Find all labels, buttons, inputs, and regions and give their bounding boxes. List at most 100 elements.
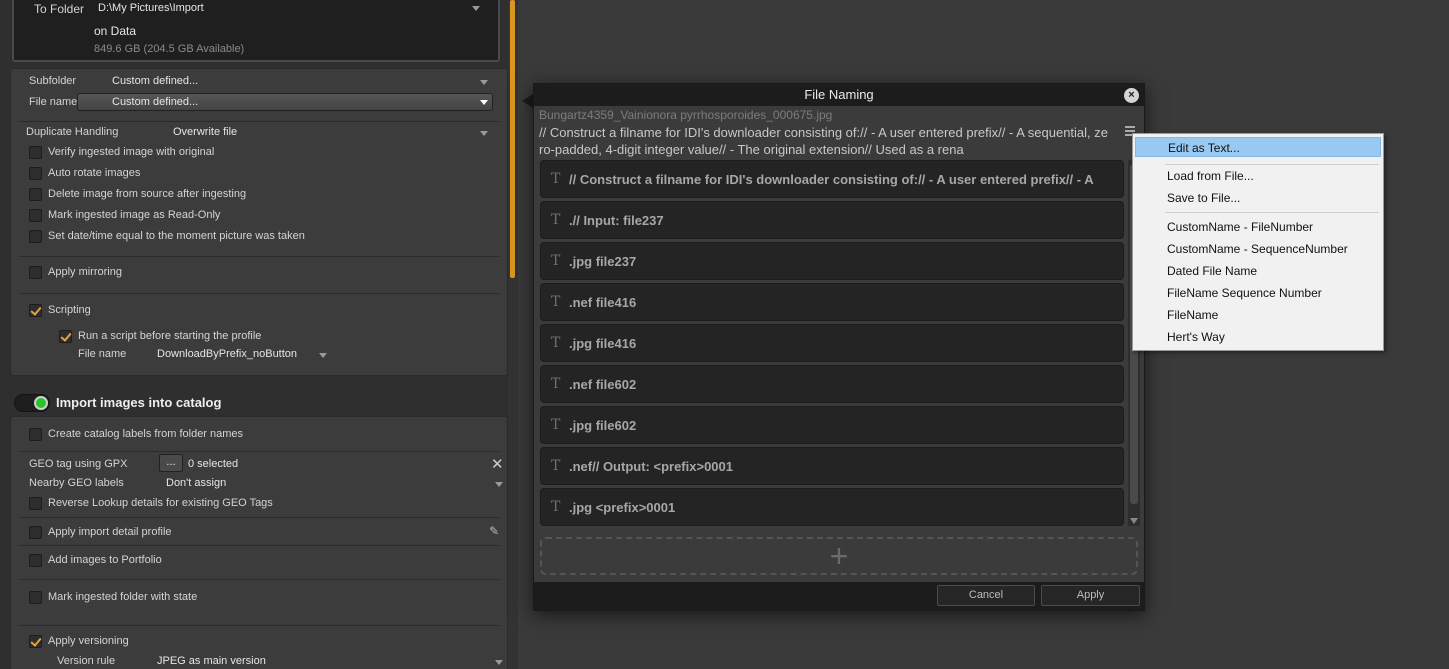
version-rule-select[interactable]: JPEG as main version bbox=[157, 655, 266, 667]
reverse-lookup-checkbox[interactable] bbox=[29, 497, 42, 510]
mark-folder-label: Mark ingested folder with state bbox=[48, 591, 198, 603]
text-token-icon: T bbox=[551, 335, 561, 351]
geo-browse-button[interactable]: ... bbox=[159, 454, 183, 472]
run-script-label: Run a script before starting the profile bbox=[78, 330, 262, 342]
close-icon[interactable]: × bbox=[1124, 88, 1139, 103]
geo-selected: 0 selected bbox=[188, 458, 239, 470]
divider bbox=[19, 256, 499, 257]
duplicate-label: Duplicate Handling bbox=[26, 126, 119, 138]
mark-folder-checkbox[interactable] bbox=[29, 591, 42, 604]
version-rule-label: Version rule bbox=[57, 655, 116, 667]
to-folder-card: To Folder D:\My Pictures\Import on Data … bbox=[12, 0, 500, 62]
duplicate-select[interactable]: Overwrite file bbox=[173, 126, 237, 138]
divider bbox=[19, 545, 499, 546]
menu-divider bbox=[1165, 212, 1379, 213]
token-item[interactable]: T .jpg file416 bbox=[540, 324, 1124, 362]
import-catalog-toggle[interactable] bbox=[14, 394, 50, 412]
chevron-down-icon[interactable] bbox=[480, 80, 488, 85]
apply-profile-checkbox[interactable] bbox=[29, 526, 42, 539]
add-portfolio-label: Add images to Portfolio bbox=[48, 554, 162, 566]
token-item[interactable]: T .nef file602 bbox=[540, 365, 1124, 403]
token-item[interactable]: T .nef file416 bbox=[540, 283, 1124, 321]
token-text: .jpg file237 bbox=[569, 253, 637, 269]
dialog-pointer bbox=[522, 94, 533, 108]
apply-button[interactable]: Apply bbox=[1041, 585, 1140, 606]
menu-item-edit-as-text[interactable]: Edit as Text... bbox=[1135, 137, 1381, 157]
token-item[interactable]: T .jpg file602 bbox=[540, 406, 1124, 444]
to-folder-value[interactable]: D:\My Pictures\Import bbox=[98, 2, 204, 14]
read-only-checkbox[interactable] bbox=[29, 209, 42, 222]
geo-label: GEO tag using GPX bbox=[29, 458, 128, 470]
nearby-select[interactable]: Don't assign bbox=[166, 477, 226, 489]
divider bbox=[19, 451, 499, 452]
filename-label: File name bbox=[29, 96, 78, 108]
token-text: .jpg <prefix>0001 bbox=[569, 499, 676, 515]
run-script-checkbox[interactable] bbox=[59, 330, 72, 343]
divider bbox=[19, 625, 499, 626]
menu-item-preset[interactable]: Hert's Way bbox=[1135, 327, 1381, 347]
chevron-down-icon[interactable] bbox=[495, 482, 503, 487]
auto-rotate-checkbox[interactable] bbox=[29, 167, 42, 180]
token-text: .nef// Output: <prefix>0001 bbox=[569, 458, 733, 474]
text-token-icon: T bbox=[551, 294, 561, 310]
chevron-down-icon[interactable] bbox=[472, 6, 480, 11]
to-folder-label: To Folder bbox=[34, 2, 85, 16]
set-date-checkbox[interactable] bbox=[29, 230, 42, 243]
edit-profile-icon[interactable]: ✎ bbox=[489, 524, 499, 538]
menu-item-preset[interactable]: FileName bbox=[1135, 305, 1381, 325]
add-portfolio-checkbox[interactable] bbox=[29, 554, 42, 567]
text-token-icon: T bbox=[551, 376, 561, 392]
filename-select[interactable]: Custom defined... bbox=[77, 93, 493, 111]
menu-item-preset[interactable]: CustomName - FileNumber bbox=[1135, 217, 1381, 237]
menu-item-preset[interactable]: FileName Sequence Number bbox=[1135, 283, 1381, 303]
chevron-down-icon[interactable] bbox=[495, 660, 503, 665]
divider bbox=[19, 293, 499, 294]
chevron-down-icon[interactable] bbox=[480, 131, 488, 136]
close-icon[interactable]: ✕ bbox=[491, 455, 504, 473]
scroll-down-icon[interactable] bbox=[1130, 518, 1138, 524]
token-text: .jpg file602 bbox=[569, 417, 637, 433]
mirroring-checkbox[interactable] bbox=[29, 266, 42, 279]
versioning-checkbox[interactable] bbox=[29, 635, 42, 648]
subfolder-select[interactable]: Custom defined... bbox=[112, 75, 198, 87]
scripting-label: Scripting bbox=[48, 304, 91, 316]
dialog-footer: Cancel Apply bbox=[534, 582, 1144, 610]
dialog-title: File Naming bbox=[534, 84, 1144, 106]
drive-name: on Data bbox=[94, 24, 137, 38]
token-list: T // Construct a filname for IDI's downl… bbox=[540, 160, 1124, 532]
token-item[interactable]: T .jpg file237 bbox=[540, 242, 1124, 280]
naming-context-menu: Edit as Text... Load from File... Save t… bbox=[1132, 133, 1384, 351]
menu-divider bbox=[1165, 164, 1379, 165]
menu-item-preset[interactable]: CustomName - SequenceNumber bbox=[1135, 239, 1381, 259]
divider bbox=[19, 121, 499, 122]
chevron-down-icon bbox=[480, 100, 488, 105]
token-item[interactable]: T .nef// Output: <prefix>0001 bbox=[540, 447, 1124, 485]
chevron-down-icon[interactable] bbox=[319, 353, 327, 358]
menu-item-load-from-file[interactable]: Load from File... bbox=[1135, 166, 1381, 186]
add-token-button[interactable]: + bbox=[540, 537, 1138, 575]
text-token-icon: T bbox=[551, 458, 561, 474]
script-file-select[interactable]: DownloadByPrefix_noButton bbox=[157, 348, 297, 360]
token-item[interactable]: T .jpg <prefix>0001 bbox=[540, 488, 1124, 526]
token-item[interactable]: T // Construct a filname for IDI's downl… bbox=[540, 160, 1124, 198]
file-naming-dialog: File Naming × Bungartz4359_Vainionora py… bbox=[533, 83, 1145, 611]
sample-filename: Bungartz4359_Vainionora pyrrhosporoides_… bbox=[539, 108, 833, 122]
token-text: // Construct a filname for IDI's downloa… bbox=[569, 171, 1094, 187]
verify-checkbox[interactable] bbox=[29, 146, 42, 159]
cancel-button[interactable]: Cancel bbox=[937, 585, 1035, 606]
catalog-header: Import images into catalog bbox=[56, 395, 222, 410]
nearby-label: Nearby GEO labels bbox=[29, 477, 124, 489]
scripting-checkbox[interactable] bbox=[29, 304, 42, 317]
delete-source-checkbox[interactable] bbox=[29, 188, 42, 201]
option-label: Mark ingested image as Read-Only bbox=[48, 209, 221, 221]
menu-item-save-to-file[interactable]: Save to File... bbox=[1135, 188, 1381, 208]
script-preview[interactable]: // Construct a filname for IDI's downloa… bbox=[539, 124, 1111, 158]
versioning-label: Apply versioning bbox=[48, 635, 129, 647]
panel-scrollbar-thumb[interactable] bbox=[510, 0, 515, 278]
text-token-icon: T bbox=[551, 417, 561, 433]
token-item[interactable]: T .// Input: file237 bbox=[540, 201, 1124, 239]
menu-item-preset[interactable]: Dated File Name bbox=[1135, 261, 1381, 281]
create-labels-checkbox[interactable] bbox=[29, 428, 42, 441]
text-token-icon: T bbox=[551, 212, 561, 228]
apply-profile-label: Apply import detail profile bbox=[48, 526, 172, 538]
